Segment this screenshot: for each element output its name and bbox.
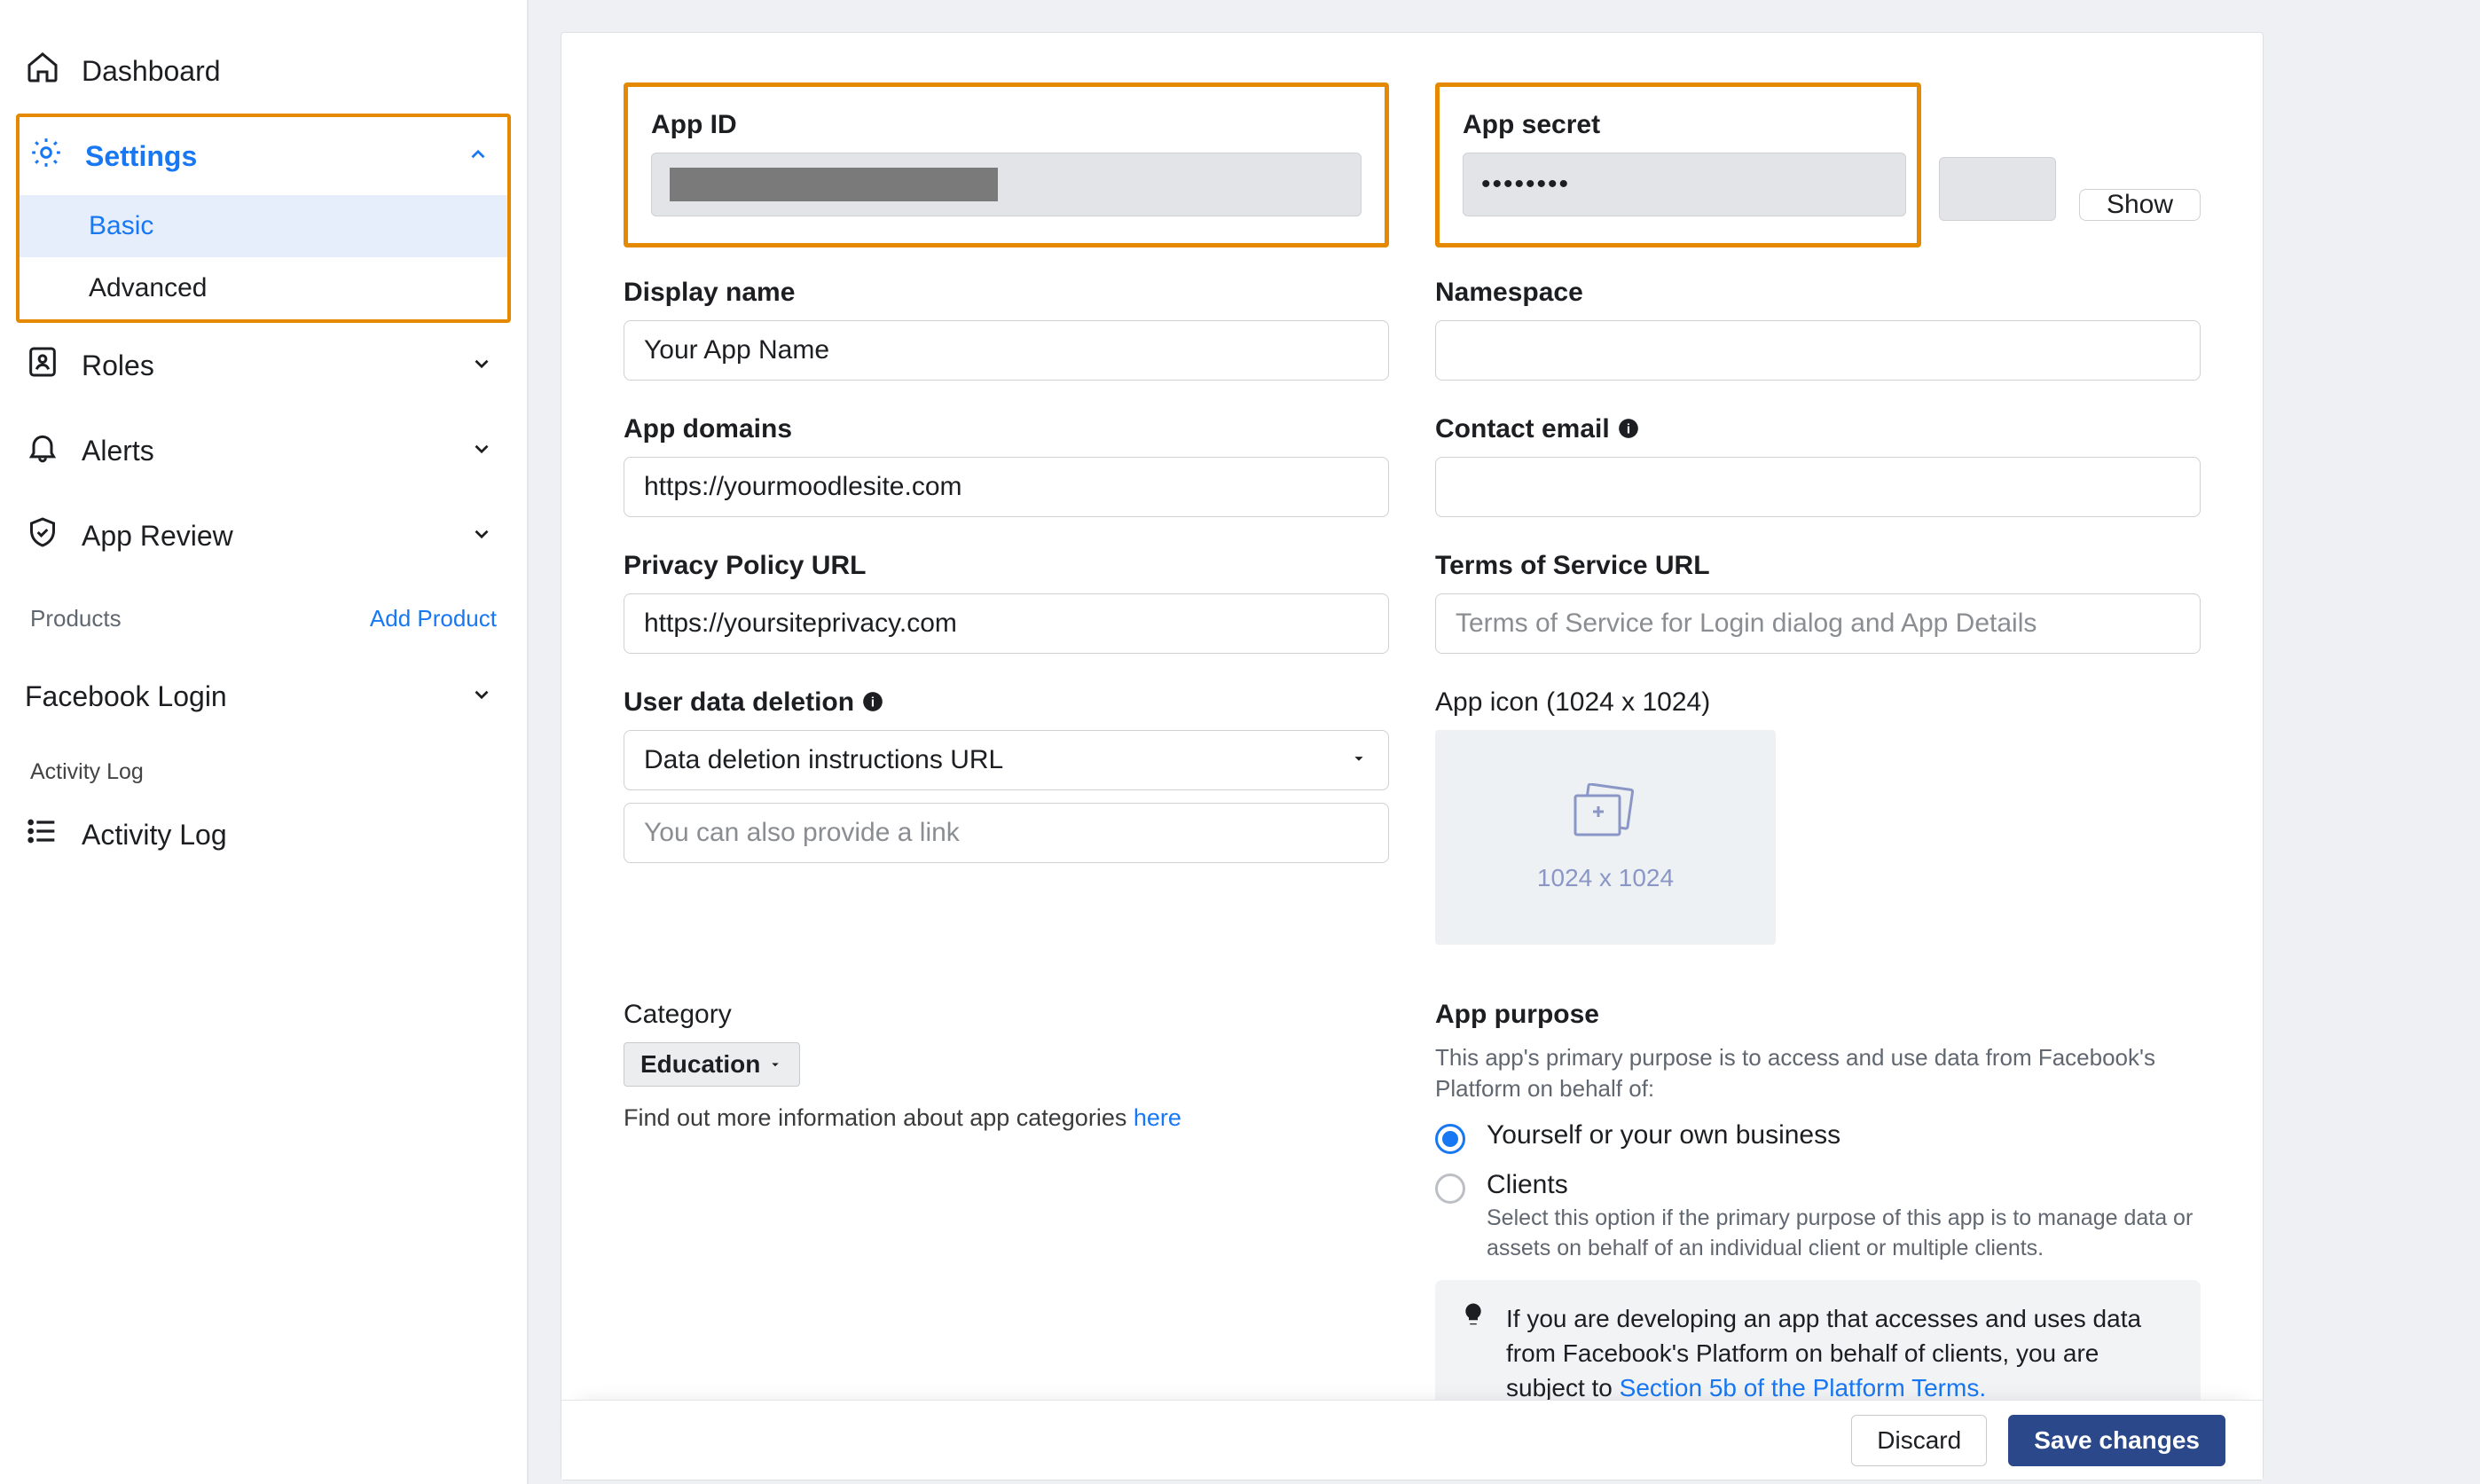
radio-self-label: Yourself or your own business (1487, 1120, 1840, 1150)
purpose-option-self[interactable]: Yourself or your own business (1435, 1120, 2201, 1154)
radio-clients-label: Clients (1487, 1170, 2201, 1200)
gear-icon (28, 135, 64, 177)
category-help-text: Find out more information about app cate… (624, 1104, 1134, 1131)
app-secret-highlight: App secret •••••••• (1435, 82, 1921, 247)
add-product-link[interactable]: Add Product (370, 605, 497, 632)
products-heading-row: Products Add Product (0, 578, 527, 659)
sidebar-item-label: Dashboard (82, 55, 221, 88)
sidebar-item-alerts[interactable]: Alerts (0, 408, 527, 493)
namespace-input[interactable] (1435, 320, 2201, 381)
privacy-url-input[interactable] (624, 593, 1389, 654)
chevron-down-icon (470, 680, 493, 713)
lightbulb-icon (1460, 1301, 1487, 1406)
privacy-url-label: Privacy Policy URL (624, 551, 1389, 581)
sidebar-item-label: Alerts (82, 435, 154, 467)
radio-clients[interactable] (1435, 1174, 1465, 1204)
caret-down-icon (767, 1050, 783, 1079)
sidebar-item-label: Facebook Login (25, 680, 227, 713)
sidebar-item-roles[interactable]: Roles (0, 323, 527, 408)
category-help-link[interactable]: here (1134, 1104, 1181, 1131)
display-name-label: Display name (624, 278, 1389, 308)
chevron-down-icon (470, 435, 493, 467)
radio-clients-desc: Select this option if the primary purpos… (1487, 1204, 2201, 1264)
sidebar-item-dashboard[interactable]: Dashboard (0, 28, 527, 114)
radio-self[interactable] (1435, 1124, 1465, 1154)
caret-down-icon (1349, 745, 1369, 775)
sidebar-item-label: Roles (82, 349, 154, 382)
chevron-down-icon (470, 520, 493, 553)
chevron-up-icon (467, 140, 490, 173)
app-secret-label: App secret (1463, 110, 1906, 140)
category-help: Find out more information about app cate… (624, 1104, 1389, 1132)
sidebar-item-label: App Review (82, 520, 233, 553)
purpose-option-clients[interactable]: Clients Select this option if the primar… (1435, 1170, 2201, 1264)
sidebar-item-label: Activity Log (82, 819, 227, 852)
save-changes-button[interactable]: Save changes (2008, 1415, 2225, 1466)
roles-icon (25, 344, 60, 387)
svg-text:i: i (871, 695, 875, 710)
sidebar: Dashboard Settings Basic Advanced (0, 0, 529, 1484)
platform-terms-link[interactable]: Section 5b of the Platform Terms. (1620, 1374, 1986, 1402)
products-heading: Products (30, 605, 122, 632)
info-icon[interactable]: i (861, 687, 884, 717)
sidebar-subitem-advanced[interactable]: Advanced (20, 257, 507, 319)
app-icon-hint: 1024 x 1024 (1537, 864, 1674, 892)
sidebar-subitem-basic[interactable]: Basic (20, 195, 507, 257)
shield-check-icon (25, 514, 60, 557)
user-data-deletion-link-input[interactable] (624, 803, 1389, 863)
user-data-deletion-label: User data deletion i (624, 687, 1389, 718)
contact-email-label: Contact email i (1435, 414, 2201, 444)
contact-email-label-text: Contact email (1435, 414, 1610, 444)
activity-log-heading: Activity Log (0, 734, 527, 792)
home-icon (25, 50, 60, 92)
app-id-highlight: App ID (624, 82, 1389, 247)
display-name-input[interactable] (624, 320, 1389, 381)
footer-bar: Discard Save changes (561, 1400, 2263, 1480)
app-icon-upload[interactable]: 1024 x 1024 (1435, 730, 1776, 945)
category-select[interactable]: Education (624, 1042, 800, 1087)
tos-url-input[interactable] (1435, 593, 2201, 654)
category-value: Education (640, 1050, 760, 1079)
chevron-down-icon (470, 349, 493, 382)
list-icon (25, 813, 60, 856)
sidebar-settings-highlight: Settings Basic Advanced (16, 114, 511, 323)
category-label: Category (624, 1000, 1389, 1030)
app-purpose-label: App purpose (1435, 1000, 2201, 1030)
main-area: App ID App secret •••••••• Show (529, 0, 2480, 1484)
app-secret-value-overflow (1939, 157, 2056, 221)
app-id-label: App ID (651, 110, 1362, 140)
image-plus-icon (1568, 783, 1643, 848)
namespace-label: Namespace (1435, 278, 2201, 308)
sidebar-item-facebook-login[interactable]: Facebook Login (0, 659, 527, 734)
select-value: Data deletion instructions URL (644, 745, 1003, 775)
sidebar-item-activity-log[interactable]: Activity Log (0, 792, 527, 877)
app-icon-label: App icon (1024 x 1024) (1435, 687, 2201, 718)
app-secret-value[interactable]: •••••••• (1463, 153, 1906, 216)
app-domains-label: App domains (624, 414, 1389, 444)
svg-text:i: i (1627, 421, 1630, 436)
sidebar-item-settings[interactable]: Settings (20, 117, 507, 195)
app-purpose-desc: This app's primary purpose is to access … (1435, 1042, 2201, 1104)
app-domains-input[interactable] (624, 457, 1389, 517)
discard-button[interactable]: Discard (1851, 1415, 1987, 1466)
info-icon[interactable]: i (1617, 414, 1640, 444)
show-secret-button[interactable]: Show (2079, 189, 2201, 221)
app-id-redacted (670, 168, 998, 201)
contact-email-input[interactable] (1435, 457, 2201, 517)
settings-card: App ID App secret •••••••• Show (561, 32, 2264, 1480)
tos-url-label: Terms of Service URL (1435, 551, 2201, 581)
sidebar-item-label: Settings (85, 140, 197, 173)
user-data-deletion-label-text: User data deletion (624, 687, 854, 717)
app-id-value[interactable] (651, 153, 1362, 216)
bell-icon (25, 429, 60, 472)
user-data-deletion-select[interactable]: Data deletion instructions URL (624, 730, 1389, 790)
sidebar-item-app-review[interactable]: App Review (0, 493, 527, 578)
